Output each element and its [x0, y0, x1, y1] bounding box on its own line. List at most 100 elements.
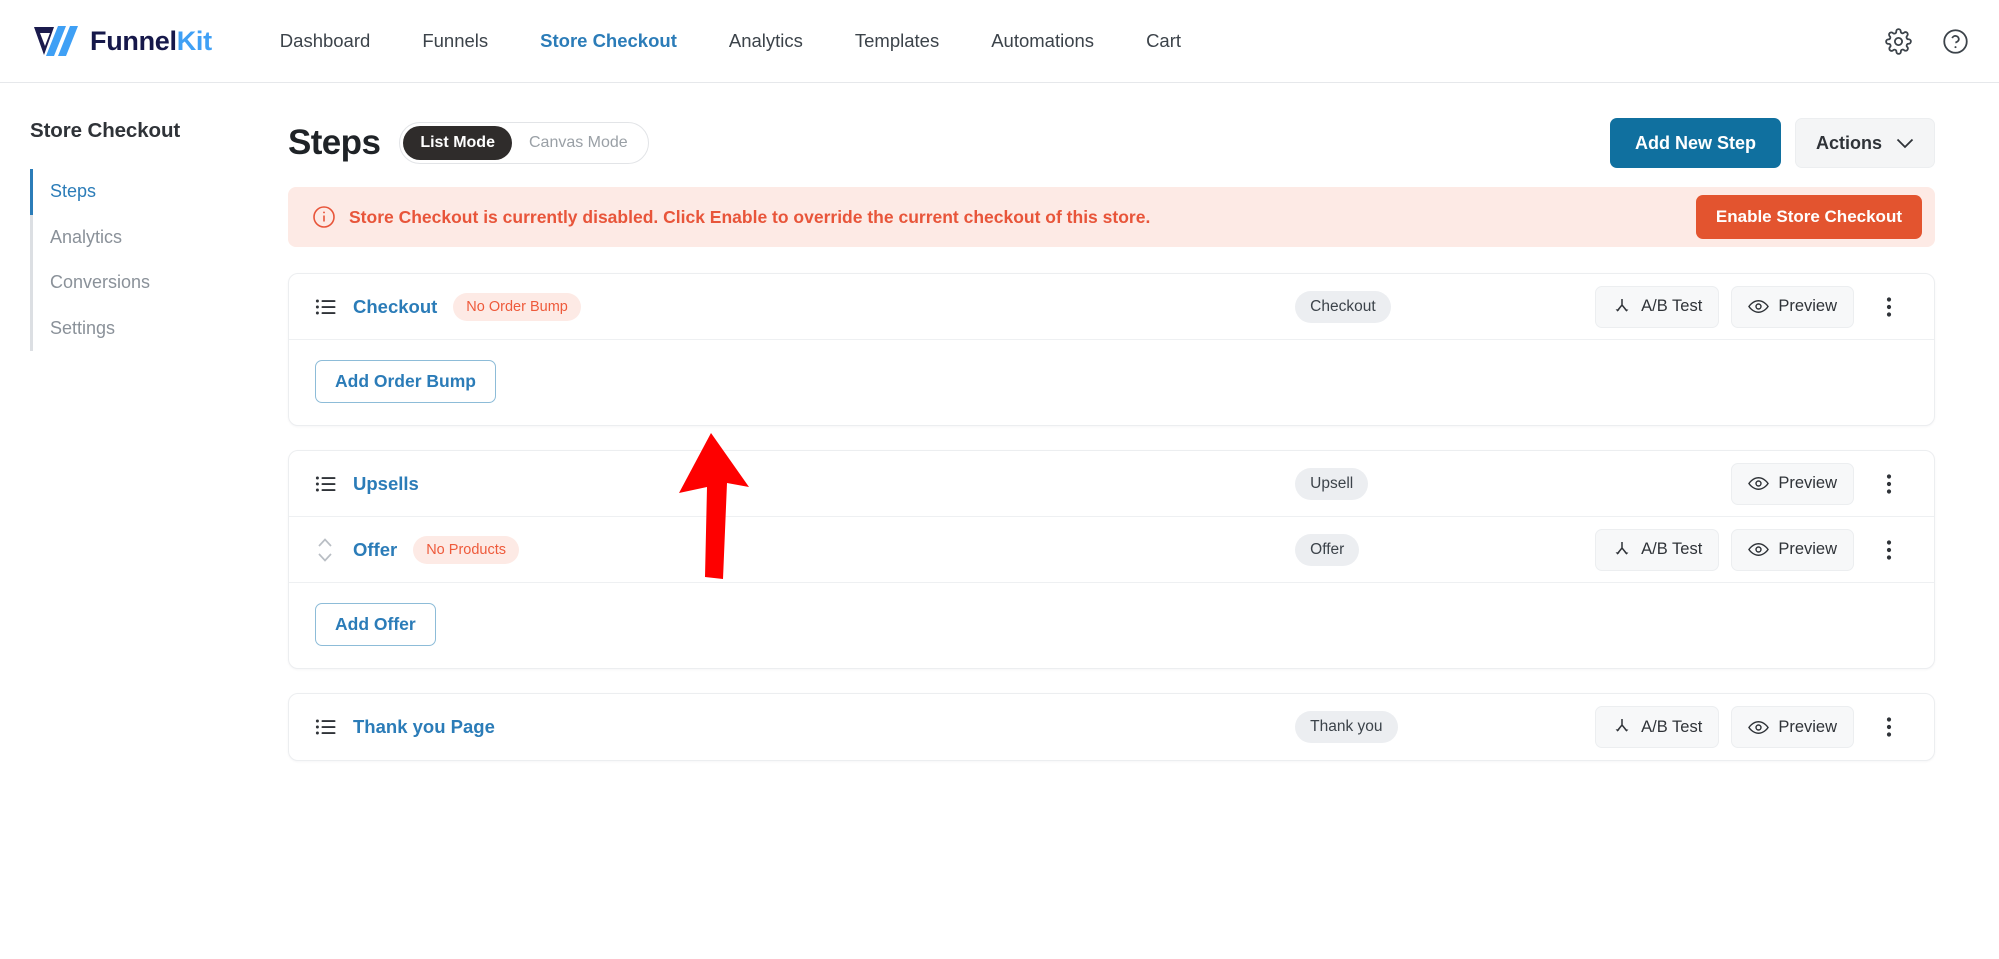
- sidebar-title: Store Checkout: [30, 119, 181, 142]
- nav-item-cart[interactable]: Cart: [1120, 31, 1207, 51]
- ab-test-label: A/B Test: [1641, 297, 1703, 315]
- nav-item-dashboard[interactable]: Dashboard: [254, 31, 397, 51]
- type-badge-thank-you: Thank you: [1295, 711, 1398, 743]
- actions-dropdown-button[interactable]: Actions: [1794, 118, 1935, 168]
- ab-test-icon: [1615, 541, 1629, 555]
- card-action-row: Add Order Bump: [289, 340, 1934, 425]
- sidebar-item-steps[interactable]: Steps: [30, 169, 288, 215]
- row-left-checkout: Checkout No Order Bump: [315, 292, 581, 321]
- row-actions-offer: A/B Test Preview: [1595, 528, 1904, 571]
- canvas-mode-button[interactable]: Canvas Mode: [512, 126, 645, 160]
- logo-text-kit: Kit: [176, 25, 212, 56]
- type-badge-checkout: Checkout: [1295, 290, 1391, 323]
- main-nav: Dashboard Funnels Store Checkout Analyti…: [254, 31, 1207, 51]
- type-badge-upsell: Upsell: [1295, 467, 1369, 500]
- sidebar-nav: Steps Analytics Conversions Settings: [30, 169, 288, 352]
- status-badge-no-order-bump: No Order Bump: [453, 292, 581, 321]
- step-card-checkout: Checkout No Order Bump Checkout A/B Test: [288, 273, 1935, 426]
- row-more-menu-button[interactable]: [1874, 535, 1904, 565]
- step-title-offer[interactable]: Offer: [353, 539, 397, 561]
- step-card-upsells: Upsells Upsell A/B Test Prev: [288, 450, 1935, 669]
- add-order-bump-button[interactable]: Add Order Bump: [315, 360, 496, 403]
- eye-icon: [1748, 477, 1770, 490]
- table-row: Checkout No Order Bump Checkout A/B Test: [289, 274, 1934, 340]
- sidebar: Store Checkout Steps Analytics Conversio…: [0, 83, 288, 959]
- preview-label: Preview: [1778, 717, 1837, 736]
- preview-button[interactable]: Preview: [1731, 285, 1854, 328]
- ab-test-button[interactable]: A/B Test: [1595, 706, 1720, 748]
- step-title-checkout[interactable]: Checkout: [353, 296, 437, 318]
- gear-icon[interactable]: [1885, 28, 1912, 55]
- eye-icon: [1748, 300, 1770, 313]
- list-handle-icon[interactable]: [315, 716, 337, 738]
- top-bar-actions: [1885, 0, 1969, 83]
- kebab-menu-icon: [1886, 717, 1892, 737]
- table-row: Upsells Upsell A/B Test Prev: [289, 451, 1934, 517]
- main-header: Steps List Mode Canvas Mode Add New Step…: [288, 113, 1935, 173]
- add-offer-button[interactable]: Add Offer: [315, 603, 436, 646]
- list-handle-icon[interactable]: [315, 296, 337, 318]
- row-more-menu-button[interactable]: [1874, 292, 1904, 322]
- logo-text-funnel: Funnel: [90, 25, 177, 56]
- ab-test-label: A/B Test: [1641, 717, 1703, 736]
- card-action-row: Add Offer: [289, 583, 1934, 668]
- preview-label: Preview: [1778, 297, 1837, 315]
- ab-test-button[interactable]: A/B Test: [1595, 285, 1720, 328]
- funnelkit-logo[interactable]: FunnelKit: [32, 22, 212, 60]
- step-type-cell: Thank you: [1295, 711, 1595, 743]
- kebab-menu-icon: [1886, 473, 1892, 494]
- row-left-thank-you: Thank you Page: [315, 716, 495, 738]
- enable-store-checkout-button[interactable]: Enable Store Checkout: [1695, 195, 1922, 239]
- preview-label: Preview: [1778, 540, 1837, 558]
- sidebar-item-settings[interactable]: Settings: [33, 306, 288, 352]
- ab-test-icon: [1615, 719, 1629, 732]
- eye-icon: [1748, 543, 1770, 556]
- nav-item-automations[interactable]: Automations: [965, 31, 1120, 51]
- row-actions-upsells: A/B Test Preview: [1595, 462, 1904, 505]
- preview-label: Preview: [1778, 474, 1837, 492]
- help-icon[interactable]: [1942, 28, 1969, 55]
- page-body: Store Checkout Steps Analytics Conversio…: [0, 83, 1999, 959]
- top-navigation-bar: FunnelKit Dashboard Funnels Store Checko…: [0, 0, 1999, 83]
- type-badge-offer: Offer: [1295, 533, 1360, 566]
- sidebar-item-analytics[interactable]: Analytics: [33, 215, 288, 261]
- view-mode-toggle: List Mode Canvas Mode: [399, 122, 649, 164]
- nav-item-store-checkout[interactable]: Store Checkout: [514, 31, 703, 51]
- kebab-menu-icon: [1886, 296, 1892, 317]
- header-actions: Add New Step Actions: [1609, 118, 1935, 168]
- nav-item-analytics[interactable]: Analytics: [703, 31, 829, 51]
- eye-icon: [1748, 720, 1770, 734]
- add-new-step-button[interactable]: Add New Step: [1609, 118, 1781, 168]
- sort-arrows-icon[interactable]: [315, 533, 335, 567]
- step-type-cell: Offer: [1295, 533, 1595, 566]
- nav-item-templates[interactable]: Templates: [829, 31, 965, 51]
- chevron-down-icon: [1896, 138, 1914, 148]
- nav-item-funnels[interactable]: Funnels: [396, 31, 514, 51]
- kebab-menu-icon: [1886, 539, 1892, 560]
- table-row: Offer No Products Offer A/B Test Preview: [289, 517, 1934, 583]
- main-content: Steps List Mode Canvas Mode Add New Step…: [288, 83, 1999, 959]
- funnelkit-logo-text: FunnelKit: [90, 26, 212, 57]
- sidebar-item-conversions[interactable]: Conversions: [33, 260, 288, 306]
- ab-test-icon: [1615, 298, 1629, 312]
- preview-button[interactable]: Preview: [1731, 462, 1854, 505]
- actions-label: Actions: [1815, 132, 1882, 153]
- step-type-cell: Checkout: [1295, 290, 1595, 323]
- row-more-menu-button[interactable]: [1874, 712, 1904, 742]
- notice-text: Store Checkout is currently disabled. Cl…: [349, 206, 1151, 227]
- list-mode-button[interactable]: List Mode: [403, 126, 512, 160]
- step-type-cell: Upsell: [1295, 467, 1595, 500]
- step-title-thank-you-page[interactable]: Thank you Page: [353, 716, 495, 738]
- preview-button[interactable]: Preview: [1731, 706, 1854, 748]
- row-more-menu-button[interactable]: [1874, 469, 1904, 499]
- list-handle-icon[interactable]: [315, 473, 337, 495]
- row-left-upsells: Upsells: [315, 473, 419, 495]
- step-card-thank-you: Thank you Page Thank you A/B Test Previe…: [288, 693, 1935, 761]
- row-actions-thank-you: A/B Test Preview: [1595, 706, 1904, 748]
- preview-button[interactable]: Preview: [1731, 528, 1854, 571]
- funnelkit-logo-mark: [34, 26, 78, 56]
- ab-test-button[interactable]: A/B Test: [1595, 528, 1720, 571]
- page-title: Steps: [288, 123, 381, 162]
- step-title-upsells[interactable]: Upsells: [353, 473, 419, 495]
- store-checkout-disabled-notice: Store Checkout is currently disabled. Cl…: [288, 187, 1935, 247]
